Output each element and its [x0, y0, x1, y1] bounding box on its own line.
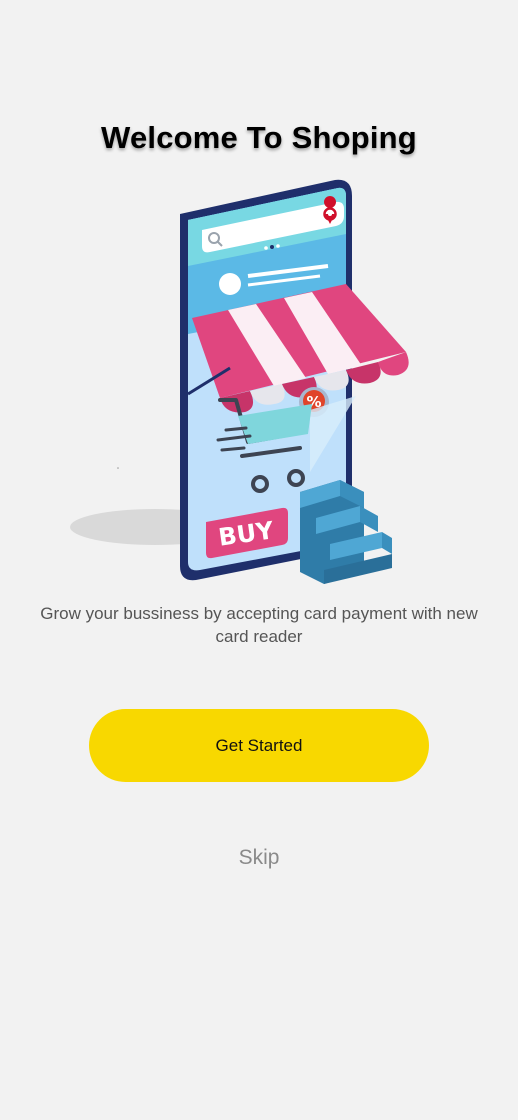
stairs — [300, 480, 392, 584]
skip-link[interactable]: Skip — [0, 846, 518, 870]
page-title: Welcome To Shoping — [101, 120, 417, 155]
get-started-label: Get Started — [215, 735, 303, 755]
avatar — [219, 273, 241, 295]
onboarding-screen: Welcome To Shoping % BUY Grow your bussi… — [0, 0, 518, 1120]
shopping-illustration: % BUY — [70, 179, 409, 584]
get-started-button[interactable]: Get Started — [89, 709, 429, 782]
onboarding-subtitle: Grow your bussiness by accepting card pa… — [40, 604, 478, 646]
